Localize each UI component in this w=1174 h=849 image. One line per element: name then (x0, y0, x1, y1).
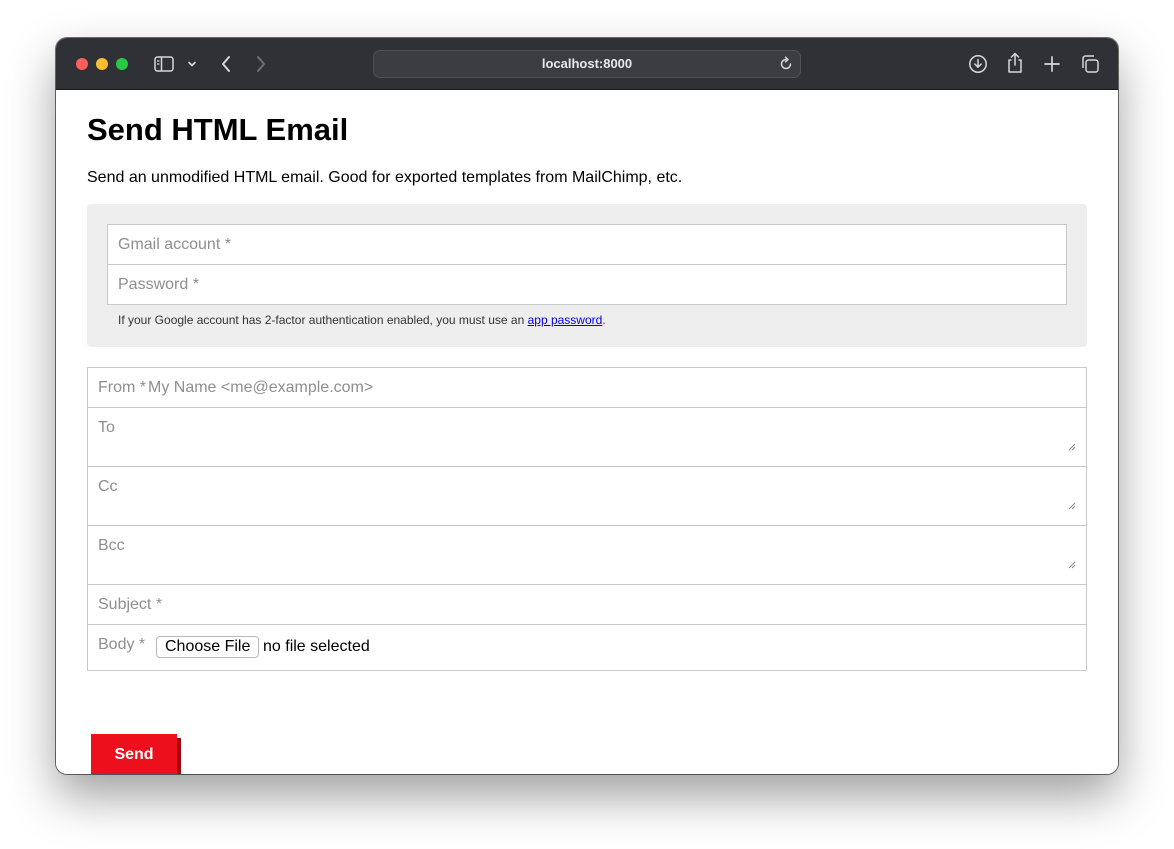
send-button[interactable]: Send (91, 734, 177, 774)
resize-grip-icon[interactable] (1068, 556, 1076, 574)
close-window-button[interactable] (76, 58, 88, 70)
cc-label: Cc (98, 478, 118, 495)
url-text: localhost:8000 (541, 56, 633, 71)
hint-end: . (602, 313, 606, 327)
bcc-textarea[interactable] (134, 532, 1078, 578)
hint-text: If your Google account has 2-factor auth… (118, 313, 528, 327)
to-label: To (98, 419, 115, 436)
forward-icon[interactable] (253, 54, 269, 74)
back-icon[interactable] (218, 54, 234, 74)
choose-file-button[interactable]: Choose File (156, 636, 260, 658)
body-row: Body * Choose File no file selected (87, 624, 1087, 671)
password-field (107, 264, 1067, 305)
app-password-link[interactable]: app password (528, 313, 603, 327)
browser-window: localhost:8000 Send HTML Email Send an u… (56, 38, 1118, 774)
minimize-window-button[interactable] (96, 58, 108, 70)
to-textarea[interactable] (134, 414, 1078, 460)
reload-icon[interactable] (778, 56, 794, 77)
subject-input[interactable] (98, 585, 1068, 624)
resize-grip-icon[interactable] (1068, 438, 1076, 456)
from-row: From * (87, 367, 1087, 408)
share-icon[interactable] (1005, 51, 1025, 75)
page-title: Send HTML Email (87, 112, 349, 147)
send-button-wrap: Send (91, 734, 177, 774)
body-label: Body * (98, 636, 146, 653)
two-factor-hint: If your Google account has 2-factor auth… (118, 313, 606, 327)
cc-textarea[interactable] (134, 473, 1078, 519)
to-row: To (87, 407, 1087, 467)
bcc-row: Bcc (87, 525, 1087, 585)
resize-grip-icon[interactable] (1068, 497, 1076, 515)
gmail-account-field (107, 224, 1067, 265)
gmail-account-input[interactable] (108, 225, 1066, 264)
file-status: no file selected (263, 638, 370, 655)
gmail-auth-panel: If your Google account has 2-factor auth… (87, 204, 1087, 347)
email-form: From * To Cc Bcc Body * (87, 367, 1087, 671)
from-label: From * (98, 379, 146, 396)
cc-row: Cc (87, 466, 1087, 526)
browser-toolbar: localhost:8000 (56, 38, 1118, 90)
download-icon[interactable] (967, 53, 989, 75)
chevron-down-icon[interactable] (186, 59, 198, 69)
bcc-label: Bcc (98, 537, 125, 554)
address-bar[interactable]: localhost:8000 (373, 50, 801, 78)
new-tab-icon[interactable] (1042, 54, 1062, 74)
from-input[interactable] (148, 368, 1068, 407)
tabs-overview-icon[interactable] (1079, 53, 1101, 75)
sidebar-icon[interactable] (153, 55, 175, 73)
password-input[interactable] (108, 265, 1066, 304)
subject-row (87, 584, 1087, 625)
zoom-window-button[interactable] (116, 58, 128, 70)
page-content: Send HTML Email Send an unmodified HTML … (56, 90, 1118, 774)
page-intro: Send an unmodified HTML email. Good for … (87, 169, 683, 186)
